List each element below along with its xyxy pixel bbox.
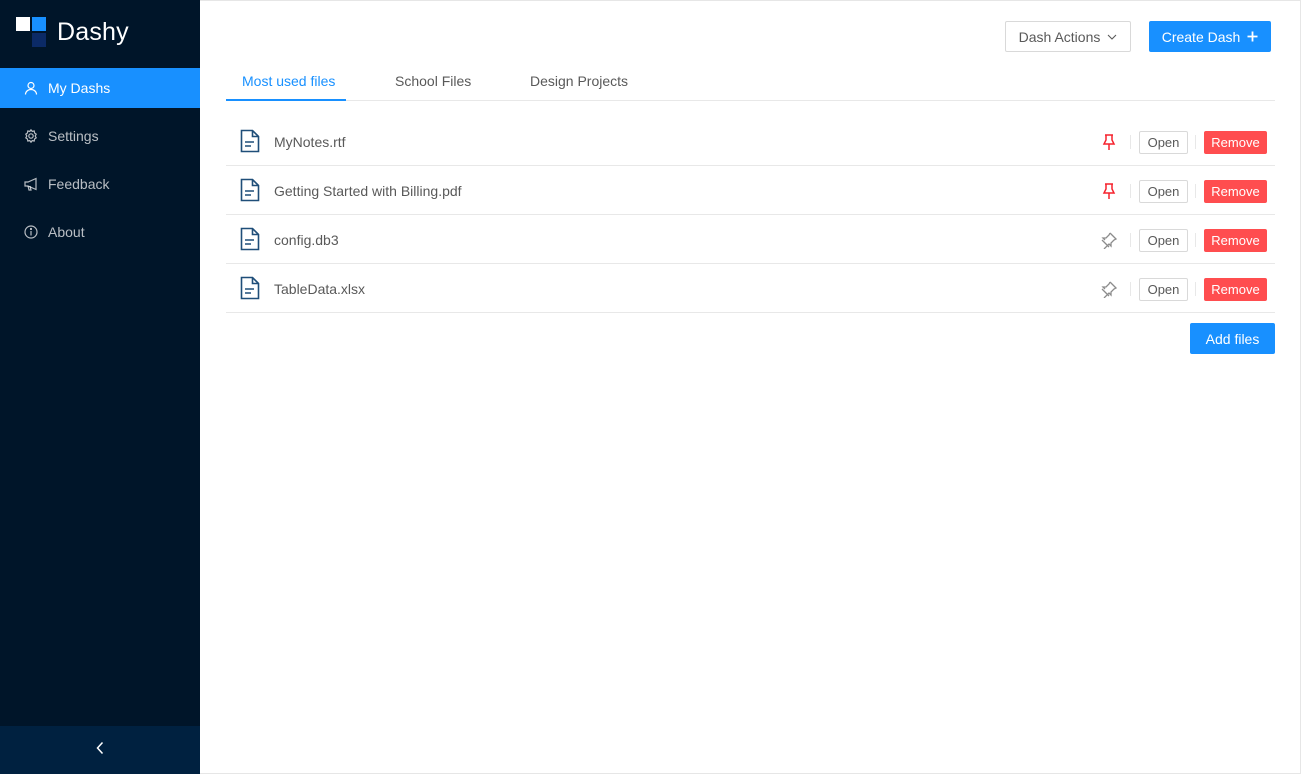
- dash-actions-dropdown[interactable]: Dash Actions: [1005, 21, 1131, 52]
- open-button[interactable]: Open: [1139, 131, 1188, 154]
- pin-icon[interactable]: [1100, 182, 1118, 200]
- info-icon: [24, 225, 38, 239]
- open-button[interactable]: Open: [1139, 278, 1188, 301]
- user-icon: [24, 81, 38, 95]
- sidebar-item-my-dashs[interactable]: My Dashs: [0, 68, 200, 108]
- sidebar-item-label: Feedback: [48, 176, 110, 192]
- pin-outline-icon[interactable]: [1100, 280, 1118, 299]
- sidebar-item-label: My Dashs: [48, 80, 111, 96]
- tab-school-files[interactable]: School Files: [395, 61, 471, 101]
- file-icon: [240, 227, 260, 251]
- tab-most-used-files[interactable]: Most used files: [242, 61, 335, 101]
- chevron-left-icon: [95, 741, 105, 760]
- divider: [1195, 282, 1196, 296]
- file-icon: [240, 178, 260, 202]
- file-list: MyNotes.rtf Open Remove Getting Started …: [226, 117, 1275, 313]
- tab-design-projects[interactable]: Design Projects: [530, 61, 628, 101]
- gear-icon: [24, 129, 38, 143]
- sidebar-nav: My Dashs Settings Feedback About: [0, 68, 200, 260]
- add-files-button[interactable]: Add files: [1190, 323, 1275, 354]
- divider: [1195, 184, 1196, 198]
- remove-button[interactable]: Remove: [1204, 180, 1267, 203]
- open-button[interactable]: Open: [1139, 180, 1188, 203]
- sidebar-item-feedback[interactable]: Feedback: [0, 164, 200, 204]
- app-logo: Dashy: [16, 16, 129, 48]
- file-name[interactable]: config.db3: [274, 215, 339, 264]
- file-name[interactable]: MyNotes.rtf: [274, 117, 346, 166]
- sidebar-collapse-button[interactable]: [0, 726, 200, 774]
- main-content: Dash Actions Create Dash Most used files…: [200, 0, 1301, 774]
- app-name: Dashy: [57, 17, 129, 46]
- sidebar-item-about[interactable]: About: [0, 212, 200, 252]
- divider: [1130, 282, 1131, 296]
- divider: [1195, 233, 1196, 247]
- file-tabs: Most used files School Files Design Proj…: [226, 61, 1275, 101]
- file-name[interactable]: TableData.xlsx: [274, 264, 365, 313]
- file-icon: [240, 129, 260, 153]
- file-icon: [240, 276, 260, 300]
- remove-button[interactable]: Remove: [1204, 229, 1267, 252]
- list-item: config.db3 Open Remove: [226, 215, 1275, 264]
- sidebar-item-label: Settings: [48, 128, 99, 144]
- plus-icon: [1247, 31, 1258, 42]
- list-item: TableData.xlsx Open Remove: [226, 264, 1275, 313]
- file-name[interactable]: Getting Started with Billing.pdf: [274, 166, 462, 215]
- open-button[interactable]: Open: [1139, 229, 1188, 252]
- active-tab-indicator: [226, 99, 346, 101]
- sidebar-item-settings[interactable]: Settings: [0, 116, 200, 156]
- logo-mark-icon: [16, 17, 46, 47]
- divider: [1195, 135, 1196, 149]
- remove-button[interactable]: Remove: [1204, 278, 1267, 301]
- create-dash-button[interactable]: Create Dash: [1149, 21, 1271, 52]
- divider: [1130, 184, 1131, 198]
- pin-outline-icon[interactable]: [1100, 231, 1118, 250]
- list-item: MyNotes.rtf Open Remove: [226, 117, 1275, 166]
- pin-icon[interactable]: [1100, 133, 1118, 151]
- sidebar-item-label: About: [48, 224, 85, 240]
- list-item: Getting Started with Billing.pdf Open Re…: [226, 166, 1275, 215]
- dash-actions-label: Dash Actions: [1018, 28, 1101, 45]
- create-dash-label: Create Dash: [1161, 28, 1241, 45]
- divider: [1130, 135, 1131, 149]
- megaphone-icon: [24, 177, 38, 191]
- divider: [1130, 233, 1131, 247]
- chevron-down-icon: [1107, 34, 1117, 40]
- remove-button[interactable]: Remove: [1204, 131, 1267, 154]
- sidebar: Dashy My Dashs Settings Feedback About: [0, 0, 200, 774]
